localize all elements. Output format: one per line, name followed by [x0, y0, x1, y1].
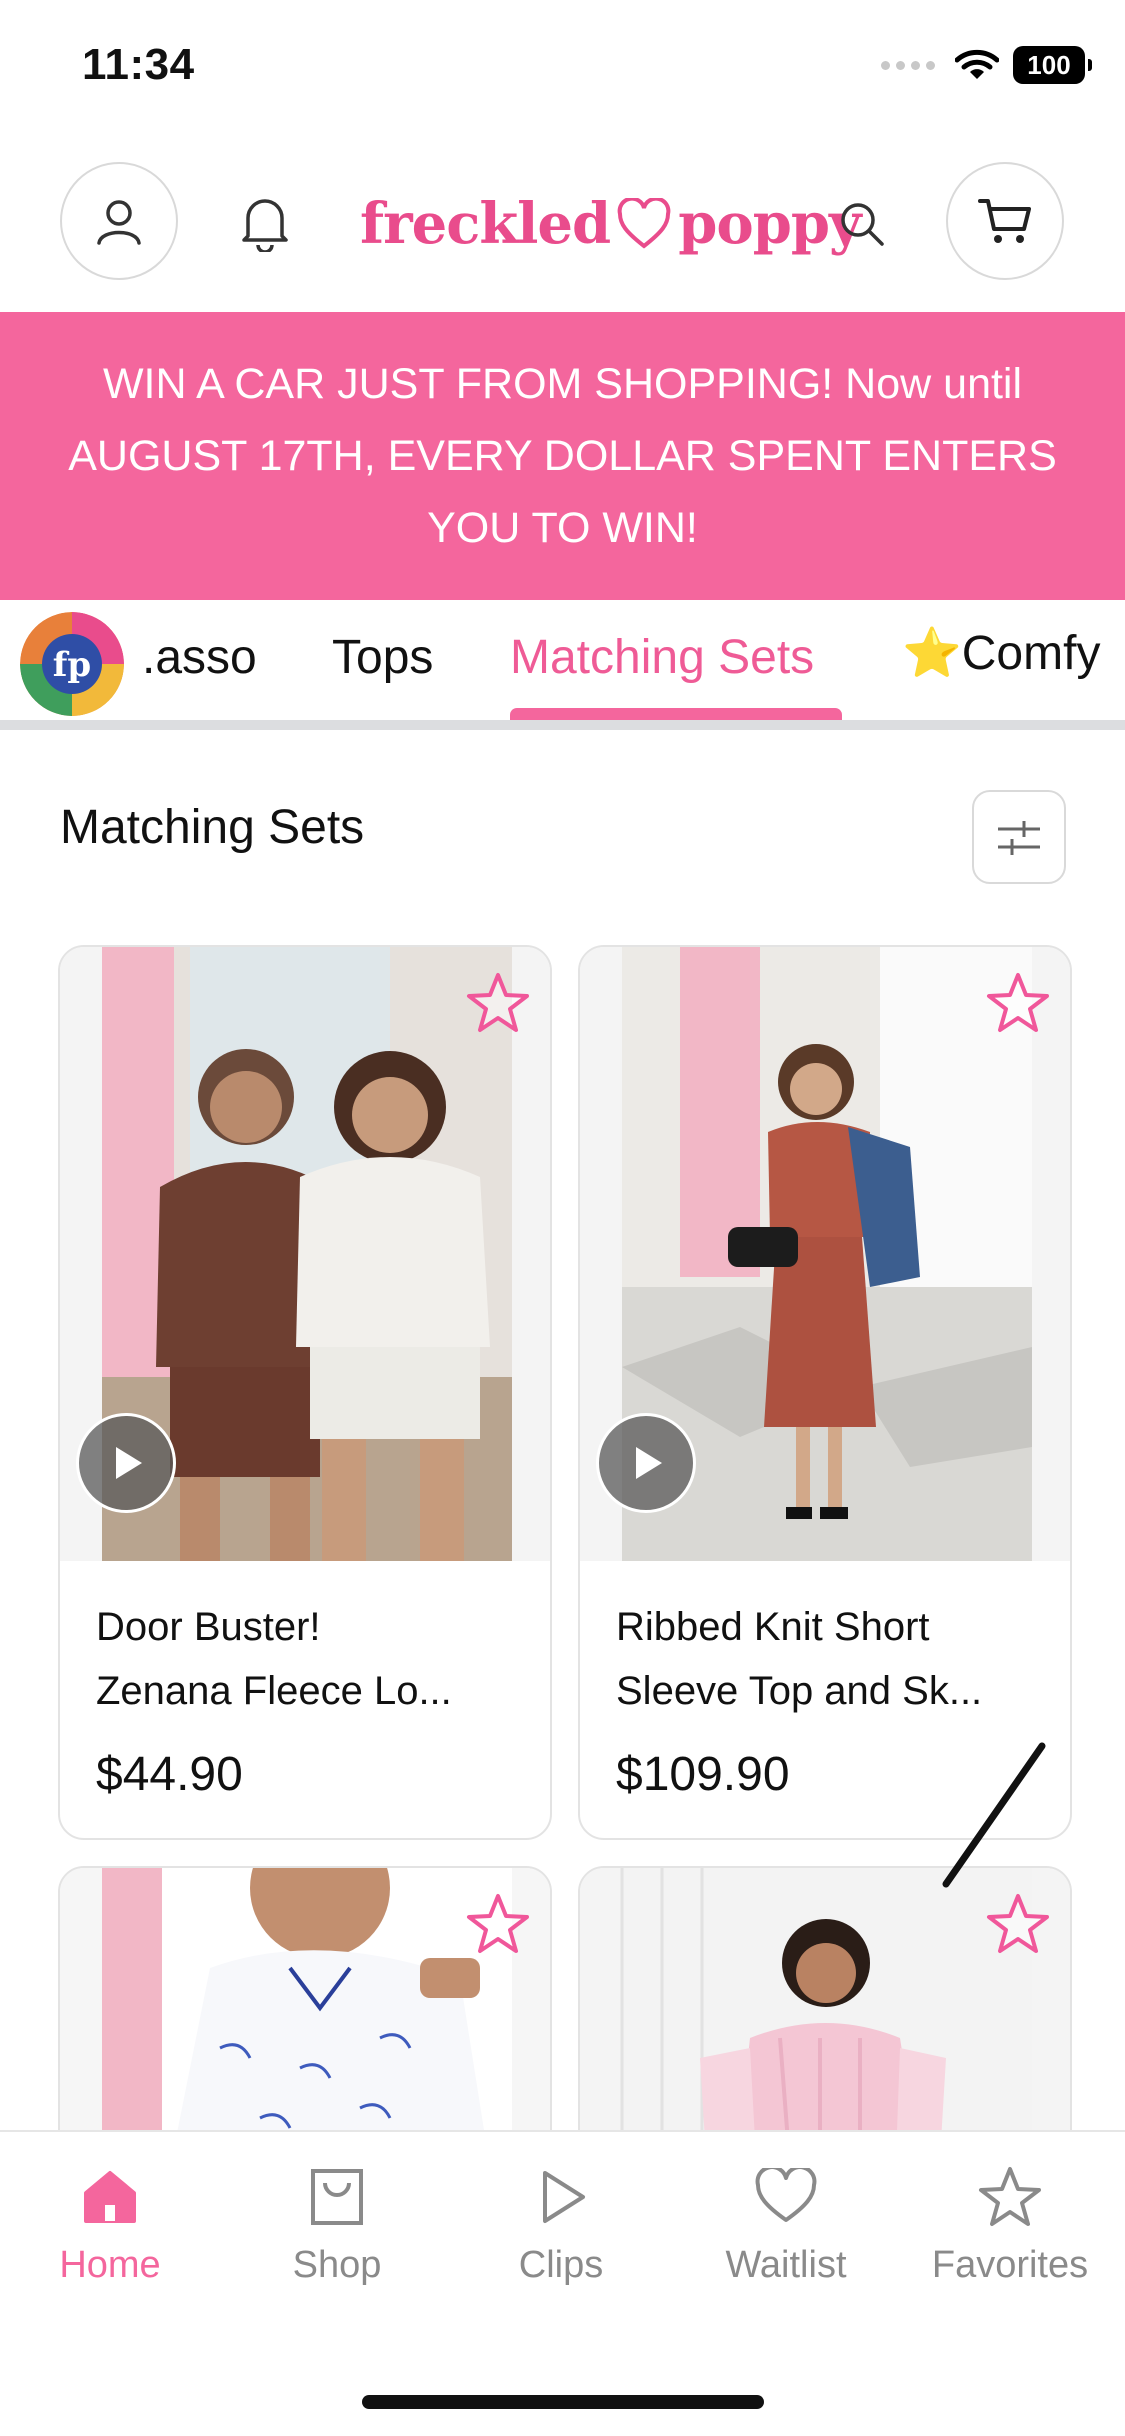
home-icon — [84, 2171, 136, 2223]
favorite-button[interactable] — [980, 965, 1056, 1041]
star-outline-icon — [467, 973, 529, 1032]
product-image[interactable] — [580, 947, 1070, 1561]
promo-text: WIN A CAR JUST FROM SHOPPING! Now until … — [68, 360, 1057, 552]
tab-lasso[interactable]: .asso — [142, 630, 257, 685]
product-card[interactable]: Door Buster! Zenana Fleece Lo... $44.90 — [58, 945, 552, 1840]
logo-text-left: freckled — [360, 191, 611, 257]
favorite-button[interactable] — [460, 965, 536, 1041]
cart-icon — [978, 199, 1031, 243]
filter-sliders-icon — [998, 821, 1040, 855]
search-button[interactable] — [822, 184, 902, 264]
product-price: $109.90 — [616, 1748, 790, 1801]
account-button[interactable] — [60, 162, 178, 280]
nav-shop[interactable]: Shop — [237, 2162, 437, 2287]
product-name[interactable]: Door Buster! Zenana Fleece Lo... — [96, 1595, 526, 1723]
star-icon — [979, 2167, 1041, 2226]
home-indicator[interactable] — [362, 2395, 764, 2409]
app-header: freckled poppy — [0, 150, 1125, 300]
tab-comfy[interactable]: ⭐Comfy — [902, 624, 1100, 681]
account-icon — [97, 200, 141, 245]
status-indicators: 100 — [881, 46, 1092, 84]
nav-waitlist[interactable]: Waitlist — [686, 2162, 886, 2287]
brand-logo[interactable]: freckled poppy — [360, 184, 862, 264]
nav-favorites-label: Favorites — [931, 2244, 1089, 2286]
search-icon — [841, 203, 884, 246]
signal-icon — [881, 60, 935, 70]
tab-tops[interactable]: Tops — [332, 630, 433, 685]
favorite-button[interactable] — [460, 1886, 536, 1962]
nav-clips[interactable]: Clips — [461, 2162, 661, 2287]
star-outline-icon — [987, 973, 1049, 1032]
bag-icon — [311, 2169, 363, 2225]
nav-shop-label: Shop — [292, 2244, 382, 2286]
product-name[interactable]: Ribbed Knit Short Sleeve Top and Sk... — [616, 1595, 1046, 1723]
nav-home-label: Home — [59, 2244, 161, 2286]
favorite-button[interactable] — [980, 1886, 1056, 1962]
product-image[interactable] — [60, 947, 550, 1561]
product-card[interactable]: Ribbed Knit Short Sleeve Top and Sk... $… — [578, 945, 1072, 1840]
page-title: Matching Sets — [60, 801, 365, 854]
play-icon — [116, 1447, 142, 1479]
annotation-stroke — [942, 1742, 1046, 1888]
promo-banner[interactable]: WIN A CAR JUST FROM SHOPPING! Now until … — [0, 312, 1125, 600]
product-name-line-1: Ribbed Knit Short — [616, 1605, 930, 1649]
nav-favorites[interactable]: Favorites — [910, 2162, 1110, 2287]
bottom-navigation: Home Shop Clips Waitlist Favorites — [0, 2130, 1125, 2436]
wifi-icon — [955, 49, 999, 79]
product-price: $44.90 — [96, 1748, 243, 1801]
play-video-button[interactable] — [76, 1413, 176, 1513]
active-tab-indicator — [510, 708, 842, 720]
product-name-line-2: Sleeve Top and Sk... — [616, 1669, 983, 1713]
tab-matching-sets[interactable]: Matching Sets — [510, 630, 814, 685]
star-outline-icon — [467, 1894, 529, 1953]
product-name-line-2: Zenana Fleece Lo... — [96, 1669, 452, 1713]
nav-clips-label: Clips — [518, 2244, 604, 2286]
bell-icon — [242, 199, 288, 252]
heart-icon — [755, 2168, 817, 2222]
nav-waitlist-label: Waitlist — [725, 2244, 847, 2286]
battery-icon: 100 — [1013, 46, 1092, 84]
status-time: 11:34 — [82, 40, 195, 89]
notifications-button[interactable] — [225, 182, 305, 262]
filter-button[interactable] — [972, 790, 1066, 884]
status-bar: 11:34 100 — [0, 0, 1125, 140]
brand-avatar[interactable]: fp — [20, 612, 124, 716]
cart-button[interactable] — [946, 162, 1064, 280]
logo-heart-icon — [616, 198, 672, 250]
play-icon — [543, 2171, 585, 2223]
play-icon — [636, 1447, 662, 1479]
star-outline-icon — [987, 1894, 1049, 1953]
nav-home[interactable]: Home — [10, 2162, 210, 2287]
play-video-button[interactable] — [596, 1413, 696, 1513]
avatar-text: fp — [53, 645, 91, 685]
category-tabs: fp .asso Tops Matching Sets ⭐Comfy — [0, 600, 1125, 730]
product-name-line-1: Door Buster! — [96, 1605, 321, 1649]
